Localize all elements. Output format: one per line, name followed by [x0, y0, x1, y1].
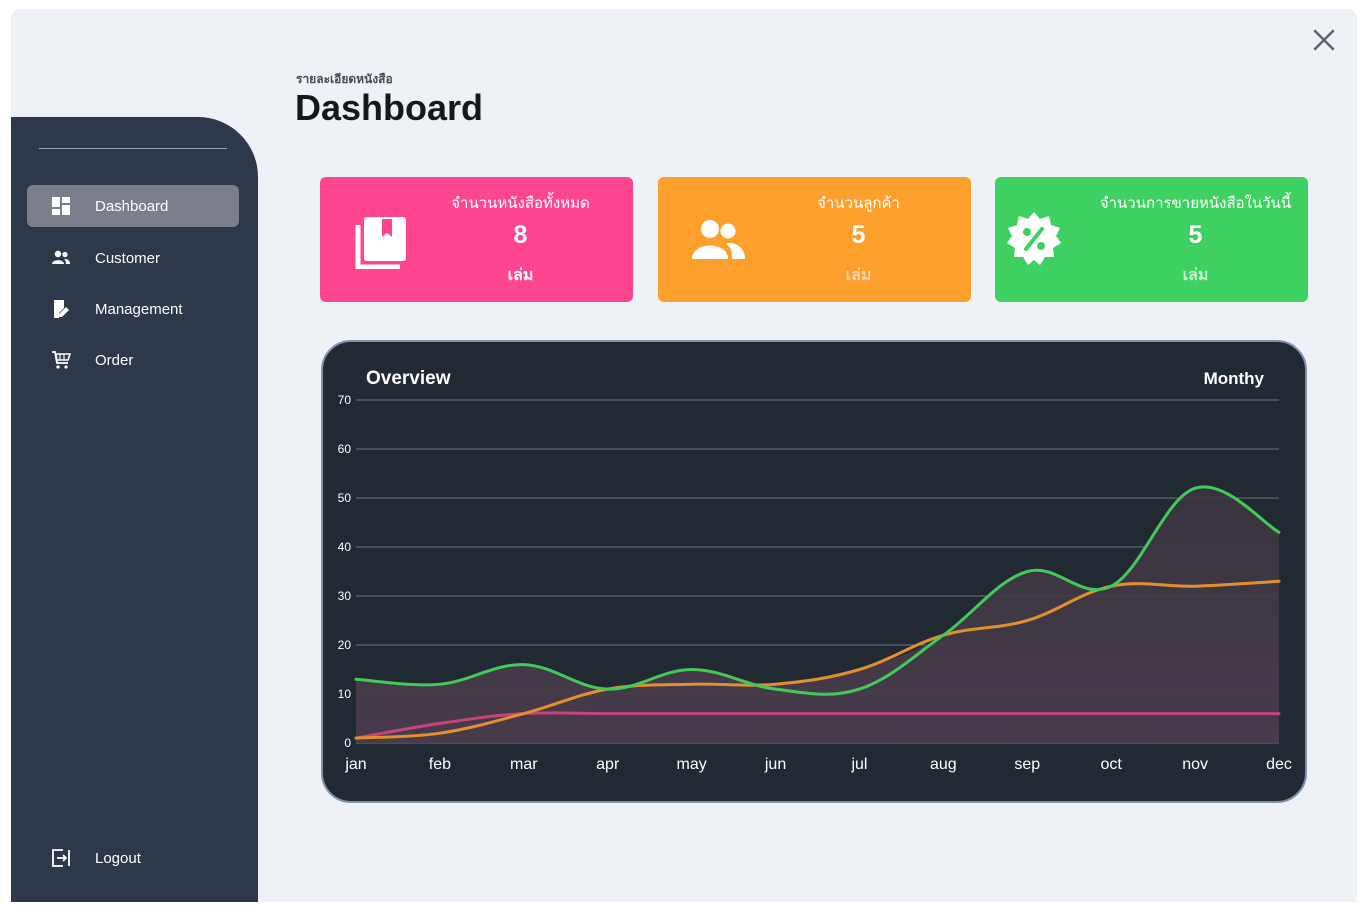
sidebar-item-customer[interactable]: Customer — [27, 237, 239, 279]
book-edit-icon — [54, 300, 69, 318]
discount-badge-icon — [1007, 212, 1061, 265]
x-tick-label: apr — [596, 756, 620, 773]
logout-button[interactable]: Logout — [27, 837, 239, 879]
y-tick-label: 70 — [338, 393, 352, 407]
y-tick-label: 30 — [338, 589, 352, 603]
x-tick-label: jan — [344, 756, 366, 773]
page-title: Dashboard — [295, 87, 484, 128]
book-icon — [355, 217, 406, 269]
x-tick-label: sep — [1014, 756, 1040, 773]
chart-period-selector[interactable]: Monthy — [1204, 369, 1265, 388]
users-icon — [692, 220, 745, 259]
card-value: 5 — [1188, 221, 1203, 249]
x-tick-label: nov — [1182, 756, 1208, 773]
sidebar-item-dashboard[interactable]: Dashboard — [27, 185, 239, 227]
sidebar-item-order[interactable]: Order — [27, 339, 239, 381]
card-value: 8 — [513, 221, 528, 249]
card-unit: เล่ม — [845, 265, 872, 284]
users-icon — [52, 250, 70, 264]
x-tick-label: jun — [764, 756, 786, 773]
x-tick-label: aug — [930, 756, 957, 773]
card-value: 5 — [851, 221, 866, 249]
sidebar-item-label: Dashboard — [95, 197, 169, 215]
overview-chart-panel: Overview Monthy 0 10 20 30 40 50 60 70 jan feb ma… — [321, 340, 1307, 803]
y-tick-label: 40 — [338, 540, 352, 554]
y-tick-label: 20 — [338, 638, 352, 652]
stat-card-books[interactable]: จำนวนหนังสือทั้งหมด 8 เล่ม — [320, 177, 633, 302]
sidebar-item-management[interactable]: Management — [27, 288, 239, 330]
card-unit: เล่ม — [1182, 265, 1209, 284]
close-icon[interactable] — [1311, 27, 1337, 53]
dashboard-icon — [52, 197, 70, 215]
x-tick-label: dec — [1266, 756, 1292, 773]
x-tick-label: mar — [510, 756, 538, 773]
card-title: จำนวนหนังสือทั้งหมด — [451, 194, 590, 212]
app-window: Dashboard Customer Management Order Logo… — [11, 9, 1357, 902]
logout-icon — [52, 849, 70, 867]
x-tick-label: may — [677, 756, 707, 773]
cart-icon — [52, 351, 71, 369]
sidebar: Dashboard Customer Management Order Logo… — [11, 117, 258, 902]
card-title: จำนวนลูกค้า — [817, 194, 900, 212]
card-title: จำนวนการขายหนังสือในวันนี้ — [1099, 194, 1292, 212]
x-tick-label: oct — [1101, 756, 1123, 773]
y-tick-label: 10 — [338, 687, 352, 701]
sidebar-item-label: Customer — [95, 249, 161, 267]
stat-card-sales[interactable]: จำนวนการขายหนังสือในวันนี้ 5 เล่ม — [995, 177, 1308, 302]
x-tick-label: jul — [850, 756, 867, 773]
y-tick-label: 50 — [338, 491, 352, 505]
y-tick-label: 0 — [344, 736, 351, 750]
overview-chart: Overview Monthy 0 10 20 30 40 50 60 70 jan feb ma… — [338, 368, 1292, 773]
chart-area-fill — [356, 486, 1279, 743]
chart-title: Overview — [366, 368, 451, 389]
card-unit: เล่ม — [507, 265, 534, 284]
stat-card-customers[interactable]: จำนวนลูกค้า 5 เล่ม — [658, 177, 971, 302]
logout-label: Logout — [95, 849, 141, 867]
sidebar-divider — [39, 148, 227, 149]
y-tick-label: 60 — [338, 442, 352, 456]
sidebar-item-label: Management — [95, 300, 183, 318]
x-tick-label: feb — [429, 756, 451, 773]
sidebar-item-label: Order — [95, 351, 134, 369]
